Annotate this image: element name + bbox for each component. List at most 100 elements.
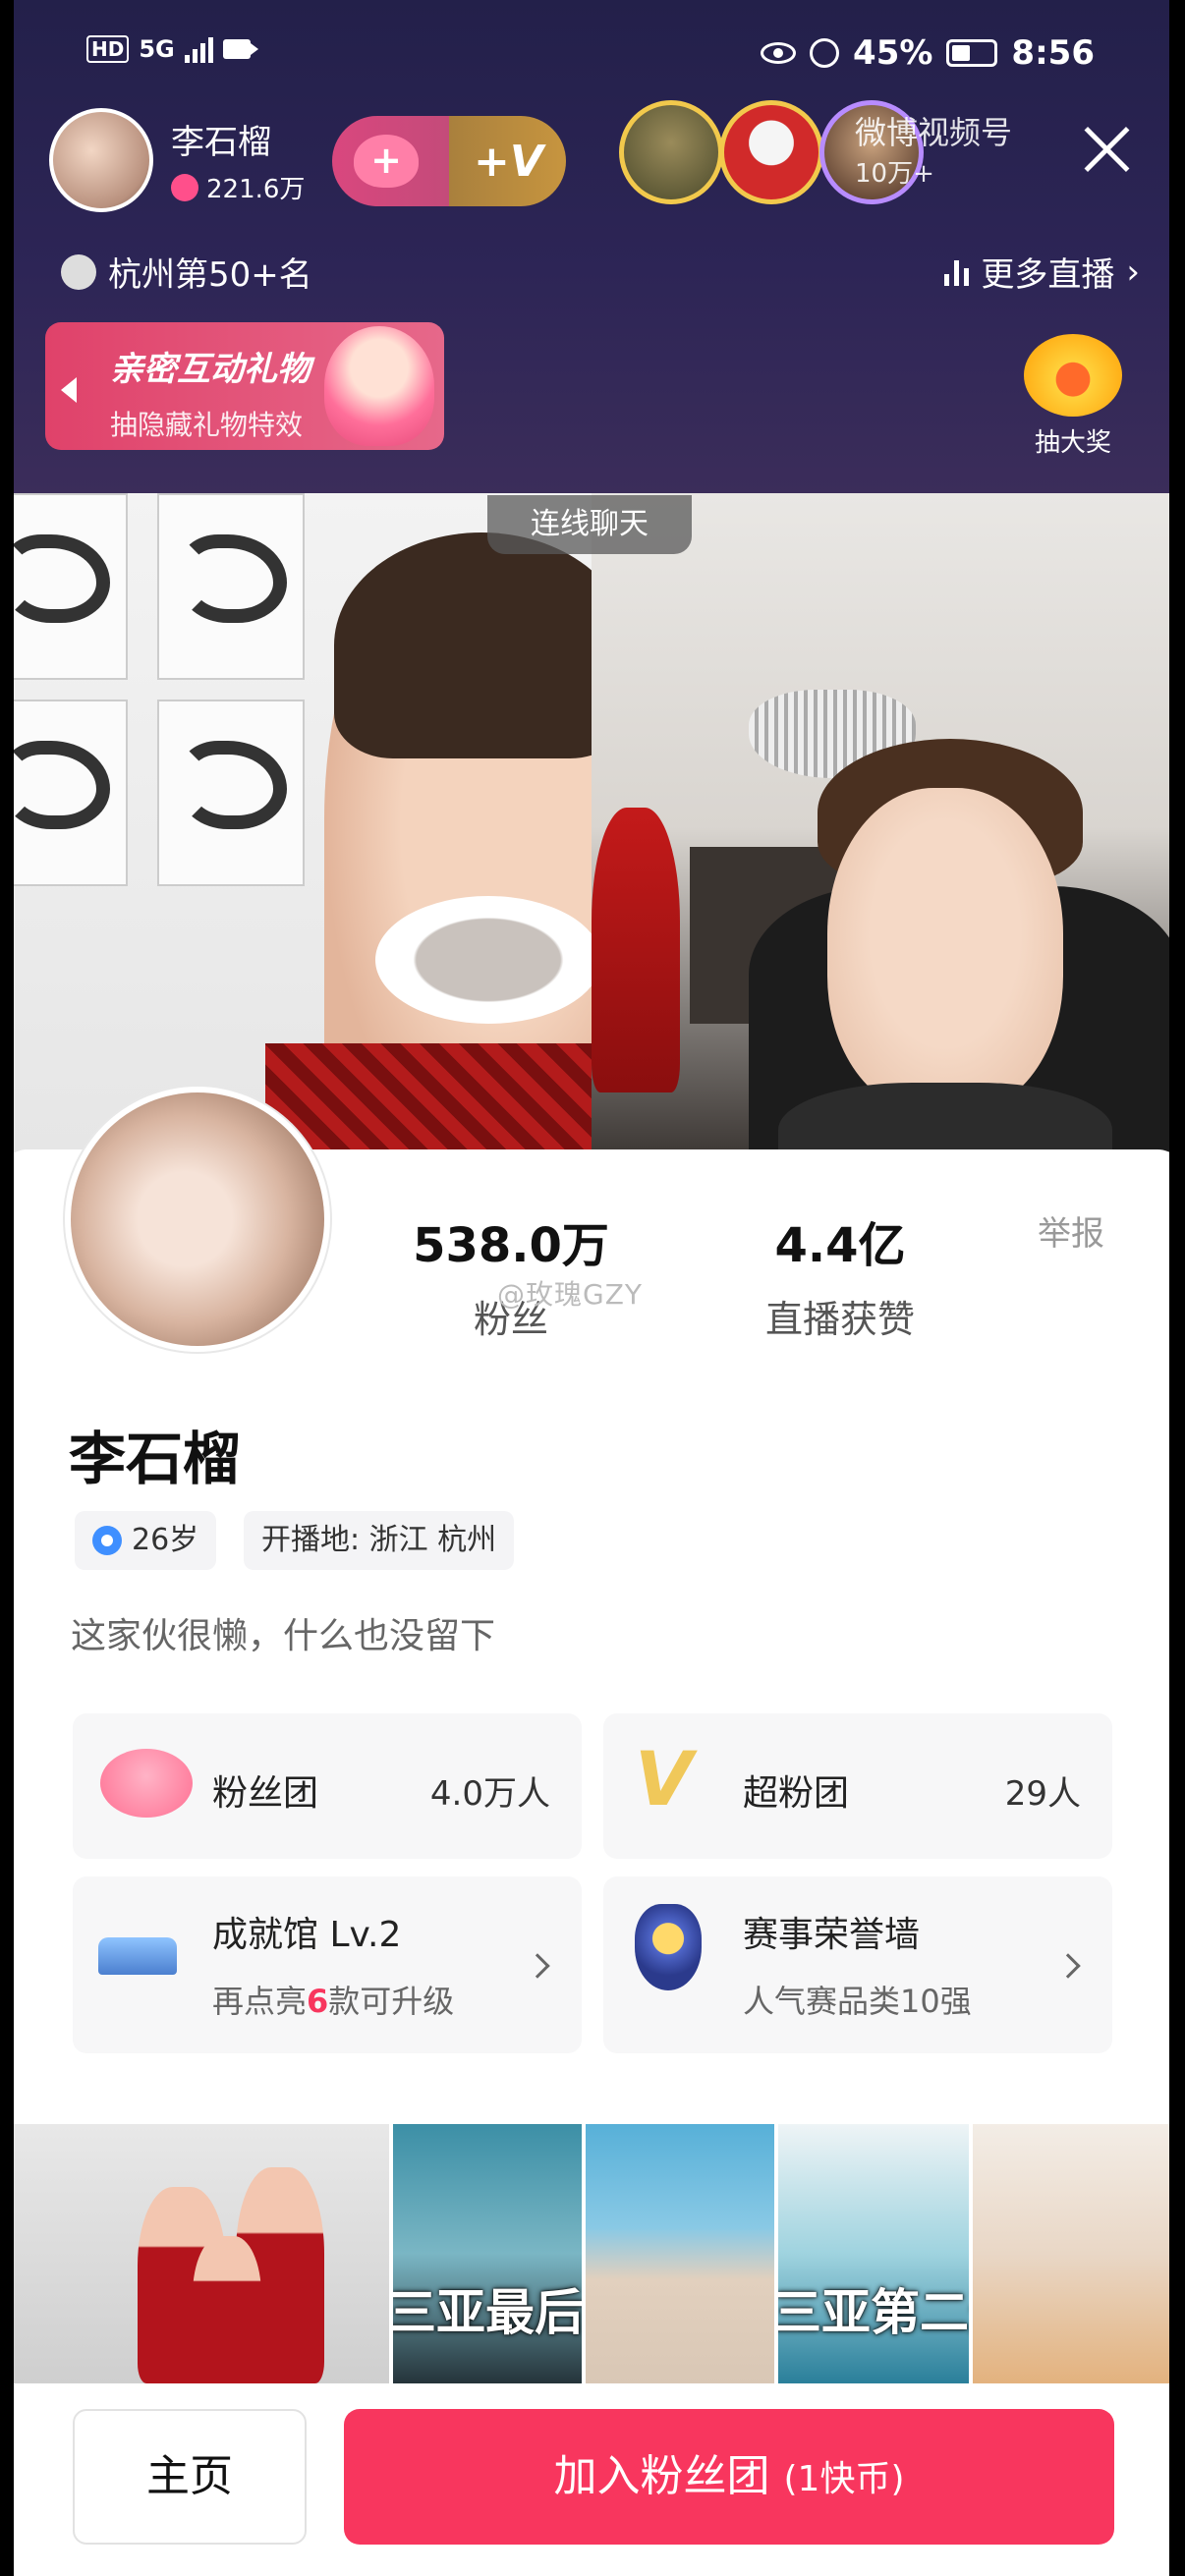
weibo-video-watermark: 微博视频号 10万+	[855, 108, 1012, 190]
live-video[interactable]	[0, 493, 1185, 1161]
male-icon	[92, 1526, 122, 1555]
eye-icon	[761, 42, 797, 64]
host-avatar[interactable]	[49, 108, 153, 212]
battery-fill	[952, 45, 971, 61]
join-label: 加入粉丝团	[553, 2451, 770, 2501]
likes-count: 4.4亿	[774, 1218, 906, 1273]
video-thumbnail[interactable]	[0, 2124, 389, 2383]
gift-banner[interactable]: 亲密互动礼物 抽隐藏礼物特效	[45, 322, 444, 450]
chevron-right-icon: ›	[1126, 252, 1140, 292]
achievement-sub-post: 款可升级	[328, 1983, 455, 2020]
castle-icon	[98, 1937, 177, 1975]
more-live-link[interactable]: 更多直播 ›	[944, 248, 1140, 296]
report-link[interactable]: 举报	[1038, 1206, 1104, 1255]
weibo-user-watermark: @玫瑰GZY	[497, 1278, 643, 1311]
likes-label: 直播获赞	[764, 1298, 915, 1341]
fan-group-tile[interactable]: 粉丝团 4.0万人	[73, 1713, 582, 1859]
battery-icon	[946, 39, 998, 67]
v-badge-icon: V	[635, 1735, 693, 1822]
plus-heart-icon: +	[354, 135, 419, 188]
age-text: 26岁	[132, 1523, 199, 1557]
super-fan-count: 29人	[1004, 1774, 1081, 1814]
join-price: (1快币)	[783, 2459, 905, 2499]
live-room-screen: HD 5G 45% 8:56 李石榴 221.6万 + +V 微博视频号 10万…	[0, 0, 1185, 2576]
join-fan-club-button[interactable]: 加入粉丝团 (1快币)	[344, 2409, 1114, 2545]
age-chip: 26岁	[75, 1511, 217, 1570]
rank-text: 杭州第50+名	[108, 255, 312, 295]
guest-face	[827, 788, 1063, 1112]
clock-time: 8:56	[1011, 33, 1095, 73]
viewer-avatar[interactable]	[619, 100, 723, 204]
heart-icon	[171, 173, 198, 201]
host-info[interactable]: 李石榴 221.6万	[49, 108, 305, 212]
lottery-button[interactable]: 抽大奖	[1018, 334, 1128, 459]
frame-border-left	[0, 0, 14, 2576]
super-fan-label: 超粉团	[743, 1773, 850, 1814]
profile-name: 李石榴	[69, 1426, 241, 1492]
likes-stat[interactable]: 4.4亿 直播获赞	[737, 1206, 943, 1343]
host-name: 李石榴	[171, 123, 271, 162]
trophy-badge-icon	[635, 1904, 702, 1990]
chevron-right-icon	[1055, 1953, 1081, 1979]
video-thumbnail[interactable]	[586, 2124, 774, 2383]
video-thumbnail[interactable]: 三亚最后一天vlo	[393, 2124, 582, 2383]
video-caption: 三亚第二天vlog	[778, 2284, 969, 2341]
achievement-sub: 再点亮6款可升级	[212, 1977, 454, 2022]
viewer-count: 10万+	[855, 159, 934, 189]
super-fan-tile[interactable]: V 超粉团 29人	[603, 1713, 1112, 1859]
status-bar: HD 5G 45% 8:56	[0, 28, 1185, 86]
achievement-tile[interactable]: 成就馆 Lv.2 再点亮6款可升级	[73, 1876, 582, 2053]
calligraphy-art	[157, 493, 305, 680]
honor-wall-tile[interactable]: 赛事荣誉墙 人气赛品类10强	[603, 1876, 1112, 2053]
heart-icon	[100, 1749, 193, 1818]
host-hearts: 221.6万	[206, 175, 306, 204]
network-label: 5G	[139, 35, 175, 63]
call-tag: 连线聊天	[487, 495, 692, 554]
video-thumbnail[interactable]: 三亚第二天vlog	[778, 2124, 969, 2383]
location-text: 开播地: 浙江 杭州	[261, 1523, 497, 1557]
hd-icon: HD	[86, 35, 130, 63]
profile-avatar[interactable]	[65, 1087, 330, 1352]
chevron-left-icon	[61, 377, 77, 403]
fans-count: 538.0万	[413, 1218, 609, 1273]
video-thumbnail[interactable]	[973, 2124, 1179, 2383]
honor-title: 赛事荣誉墙	[743, 1915, 921, 1955]
goggles	[375, 896, 592, 1024]
achievement-title: 成就馆 Lv.2	[212, 1915, 402, 1955]
streamer-hair	[334, 532, 592, 758]
live-header: HD 5G 45% 8:56 李石榴 221.6万 + +V 微博视频号 10万…	[0, 0, 1185, 493]
profile-bio: 这家伙很懒，什么也没留下	[71, 1616, 496, 1656]
lottery-icon	[1024, 334, 1122, 417]
fan-group-label: 粉丝团	[212, 1773, 319, 1814]
fan-group-count: 4.0万人	[429, 1774, 550, 1814]
bars-icon	[944, 258, 970, 286]
calligraphy-art	[0, 493, 128, 680]
viewer-avatar[interactable]	[719, 100, 823, 204]
location-chip: 开播地: 浙江 杭州	[244, 1511, 515, 1570]
clock-icon	[61, 253, 96, 290]
calligraphy-art	[157, 700, 305, 886]
gift-character-image	[324, 326, 434, 446]
streamer-shirt	[265, 1043, 592, 1161]
figure-statue	[592, 808, 680, 1092]
signal-icon	[184, 35, 213, 63]
video-camera-icon	[222, 39, 258, 59]
achievement-sub-pre: 再点亮	[212, 1983, 308, 2020]
calligraphy-art	[0, 700, 128, 886]
more-live-label: 更多直播	[981, 255, 1115, 295]
video-caption: 三亚最后一天vlo	[393, 2284, 582, 2341]
city-rank[interactable]: 杭州第50+名	[61, 248, 312, 296]
host-video-feed	[0, 493, 592, 1161]
guest-video-feed	[592, 493, 1185, 1161]
chevron-right-icon	[525, 1953, 550, 1979]
battery-percent: 45%	[853, 33, 933, 73]
video-thumbnails: 三亚最后一天vlo 三亚第二天vlog	[0, 2124, 1185, 2383]
weibo-label: 微博视频号	[855, 114, 1013, 151]
lottery-label: 抽大奖	[1034, 428, 1111, 458]
honor-sub: 人气赛品类10强	[743, 1983, 972, 2020]
follow-button[interactable]: + +V	[332, 116, 566, 206]
home-button[interactable]: 主页	[73, 2409, 307, 2545]
close-icon[interactable]	[1077, 120, 1136, 179]
super-fan-icon: +V	[474, 136, 543, 187]
achievement-sub-num: 6	[307, 1983, 329, 2020]
